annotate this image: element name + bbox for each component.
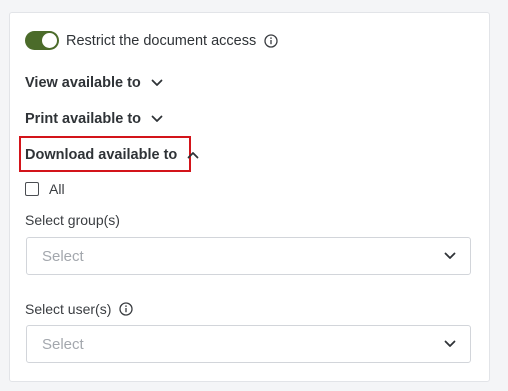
print-available-label: Print available to: [25, 111, 142, 127]
chevron-down-icon: [151, 115, 163, 123]
info-icon[interactable]: [264, 33, 278, 48]
document-access-panel: Restrict the document access View availa…: [9, 12, 490, 382]
toggle-knob: [42, 33, 57, 48]
restrict-label: Restrict the document access: [66, 32, 257, 49]
print-available-toggle[interactable]: Print available to: [25, 111, 163, 127]
groups-select[interactable]: Select: [26, 237, 471, 275]
users-select[interactable]: Select: [26, 325, 471, 363]
view-available-toggle[interactable]: View available to: [25, 75, 163, 91]
all-label: All: [49, 181, 65, 197]
chevron-up-icon: [187, 151, 199, 159]
chevron-down-icon: [444, 252, 456, 260]
users-label: Select user(s): [25, 301, 112, 317]
users-label-row: Select user(s): [25, 301, 134, 317]
all-checkbox[interactable]: [25, 182, 39, 196]
restrict-toggle[interactable]: [25, 31, 59, 50]
users-select-placeholder: Select: [42, 335, 84, 353]
view-available-label: View available to: [25, 75, 141, 91]
groups-label: Select group(s): [25, 212, 120, 228]
all-option: All: [25, 181, 65, 197]
chevron-down-icon: [444, 340, 456, 348]
chevron-down-icon: [151, 79, 163, 87]
groups-label-row: Select group(s): [25, 212, 120, 228]
info-icon[interactable]: [119, 302, 134, 316]
download-available-toggle[interactable]: Download available to: [25, 147, 199, 163]
download-available-label: Download available to: [25, 147, 178, 163]
groups-select-placeholder: Select: [42, 247, 84, 265]
restrict-row: Restrict the document access: [25, 31, 278, 50]
